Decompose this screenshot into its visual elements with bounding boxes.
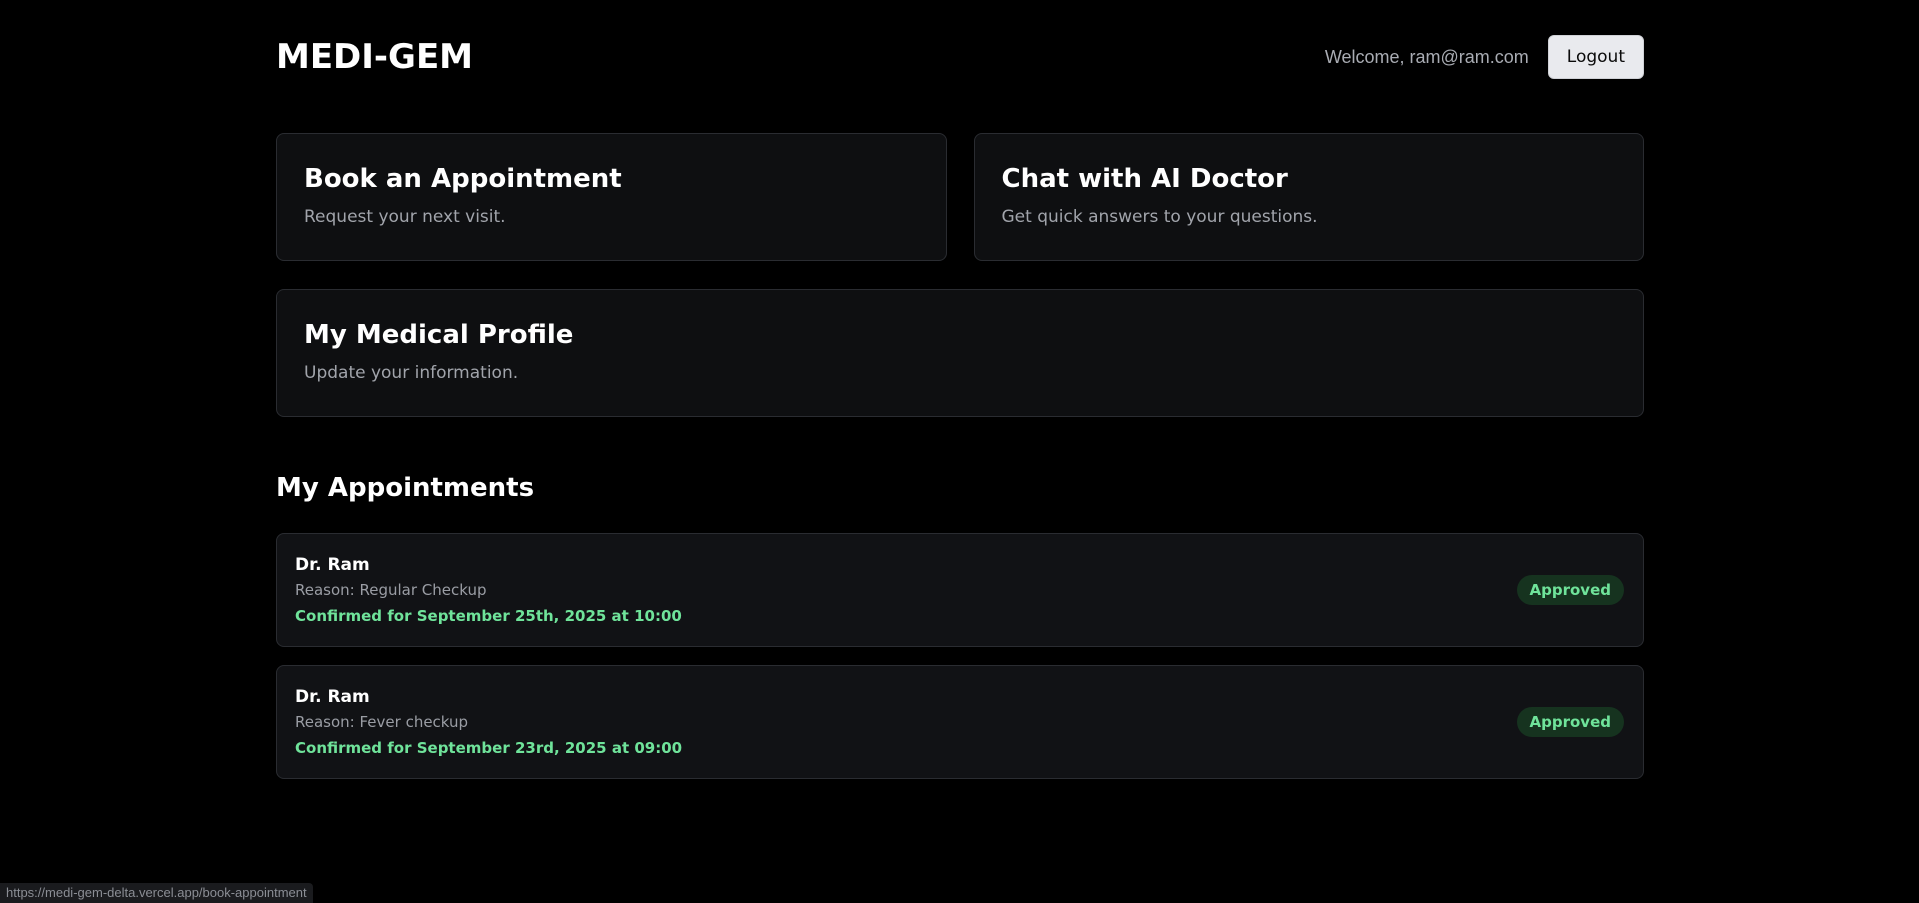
appointment-doctor: Dr. Ram [295, 555, 370, 575]
app-logo[interactable]: MEDI-GEM [276, 37, 473, 77]
appointment-details: Dr. Ram Reason: Regular Checkup Confirme… [295, 555, 682, 625]
appointment-details: Dr. Ram Reason: Fever checkup Confirmed … [295, 687, 682, 757]
appointment-reason: Reason: Fever checkup [295, 713, 469, 731]
card-title: My Medical Profile [304, 320, 574, 350]
appointment-reason: Reason: Regular Checkup [295, 581, 487, 599]
appointment-confirmation: Confirmed for September 25th, 2025 at 10… [295, 607, 682, 625]
action-cards-row: Book an Appointment Request your next vi… [276, 133, 1644, 261]
appointment-item: Dr. Ram Reason: Regular Checkup Confirme… [276, 533, 1644, 647]
card-description: Update your information. [304, 363, 519, 384]
card-title: Chat with AI Doctor [1001, 164, 1288, 194]
top-header: MEDI-GEM Welcome, ram@ram.com Logout [276, 0, 1644, 114]
welcome-text: Welcome, ram@ram.com [1324, 46, 1529, 67]
logout-button[interactable]: Logout [1547, 35, 1644, 79]
appointment-doctor: Dr. Ram [295, 687, 370, 707]
status-badge: Approved [1516, 707, 1624, 737]
status-badge: Approved [1516, 575, 1624, 605]
page-container: MEDI-GEM Welcome, ram@ram.com Logout Boo… [276, 0, 1644, 779]
appointments-list: Dr. Ram Reason: Regular Checkup Confirme… [276, 533, 1644, 779]
medical-profile-card[interactable]: My Medical Profile Update your informati… [276, 289, 1644, 417]
card-title: Book an Appointment [304, 164, 622, 194]
book-appointment-card[interactable]: Book an Appointment Request your next vi… [276, 133, 947, 261]
chat-ai-doctor-card[interactable]: Chat with AI Doctor Get quick answers to… [973, 133, 1644, 261]
appointments-heading: My Appointments [276, 473, 535, 503]
card-description: Request your next visit. [304, 207, 506, 228]
header-user-area: Welcome, ram@ram.com Logout [1325, 35, 1644, 79]
appointment-item: Dr. Ram Reason: Fever checkup Confirmed … [276, 665, 1644, 779]
appointment-confirmation: Confirmed for September 23rd, 2025 at 09… [295, 739, 683, 757]
link-preview-status-bar: https://medi-gem-delta.vercel.app/book-a… [0, 883, 313, 903]
card-description: Get quick answers to your questions. [1001, 207, 1318, 228]
